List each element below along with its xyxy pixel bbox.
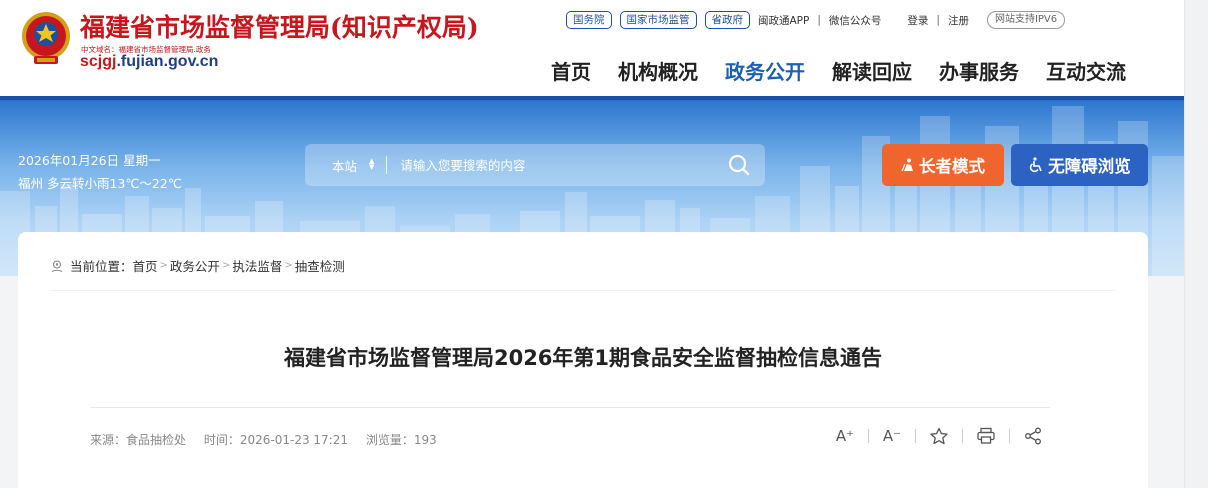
print-icon[interactable] (975, 427, 997, 445)
breadcrumb-divider (50, 290, 1116, 291)
link-mintong-app[interactable]: 闽政通APP (758, 13, 809, 28)
elder-mode-label: 长者模式 (919, 157, 985, 176)
title-divider (90, 407, 1050, 408)
scrollbar-track[interactable] (1184, 0, 1208, 488)
article-title: 福建省市场监督管理局2026年第1期食品安全监督抽检信息通告 (283, 346, 883, 370)
nav-home[interactable]: 首页 (551, 56, 591, 85)
english-domain-text: scjgj.fujian.gov.cn (80, 53, 218, 71)
separator (915, 429, 916, 443)
chevron-right-icon: > (284, 260, 293, 271)
register-link[interactable]: 注册 (948, 13, 969, 28)
nav-organization[interactable]: 机构概况 (618, 56, 698, 85)
sort-arrows-icon[interactable]: ▲ ▼ (369, 158, 374, 172)
font-increase-button[interactable]: A⁺ (834, 427, 856, 445)
star-favorite-icon[interactable] (928, 427, 950, 445)
nav-interaction[interactable]: 互动交流 (1046, 56, 1126, 85)
search-input[interactable] (400, 157, 701, 173)
share-icon[interactable] (1022, 427, 1044, 445)
article-views: 浏览量：193 (365, 433, 437, 447)
link-wechat[interactable]: 微信公众号 (829, 13, 882, 28)
separator (962, 429, 963, 443)
article-source: 来源：食品抽检处 (90, 433, 187, 447)
article-time: 时间：2026-01-23 17:21 (203, 433, 348, 447)
separator (868, 429, 869, 443)
separator: | (817, 14, 821, 26)
breadcrumb-home[interactable]: 首页 (133, 256, 158, 275)
chevron-right-icon: > (159, 260, 168, 271)
login-link[interactable]: 登录 (907, 13, 928, 28)
elder-person-icon (901, 158, 913, 172)
location-pin-icon (51, 259, 63, 272)
separator (1009, 429, 1010, 443)
ipv6-badge: 网站支持IPV6 (986, 11, 1066, 29)
breadcrumb: 当前位置： 首页 > 政务公开 > 执法监督 > 抽查检测 (50, 256, 345, 275)
nav-services[interactable]: 办事服务 (939, 56, 1019, 85)
search-bar: 本站 ▲ ▼ (305, 144, 765, 186)
domain-suffix: .fujian.gov.cn (116, 53, 219, 70)
article-card: 当前位置： 首页 > 政务公开 > 执法监督 > 抽查检测 福建省市场监督管理局… (18, 232, 1148, 488)
elder-mode-button[interactable]: 长者模式 (882, 144, 1004, 186)
breadcrumb-enforcement[interactable]: 执法监督 (232, 256, 282, 275)
search-divider (386, 156, 388, 174)
breadcrumb-gov-affairs[interactable]: 政务公开 (170, 256, 220, 275)
site-header: 福建省市场监督管理局(知识产权局) 中文域名：福建省市场监督管理局.政务 scj… (0, 0, 1184, 96)
chevron-right-icon: > (221, 260, 231, 271)
weather-text: 福州 多云转小雨13℃～22℃ (18, 176, 182, 191)
date-text: 2026年01月26日 星期一 (18, 153, 161, 168)
accessibility-label: 无障碍浏览 (1048, 157, 1131, 176)
nav-interpretation[interactable]: 解读回应 (832, 56, 912, 85)
link-guowuyuan[interactable]: 国务院 (566, 11, 612, 29)
main-nav: 首页 机构概况 政务公开 解读回应 办事服务 互动交流 (551, 56, 1126, 85)
page: 福建省市场监督管理局(知识产权局) 中文域名：福建省市场监督管理局.政务 scj… (0, 0, 1208, 488)
wheelchair-icon (1030, 157, 1042, 173)
nav-gov-affairs[interactable]: 政务公开 (725, 56, 805, 85)
breadcrumb-prefix: 当前位置： (70, 259, 133, 274)
domain-prefix: scjgj (80, 53, 117, 70)
article-tools: A⁺ A⁻ (834, 427, 1044, 445)
search-icon[interactable] (727, 153, 751, 177)
search-scope-select[interactable]: 本站 (332, 156, 357, 175)
separator: | (936, 14, 940, 26)
national-emblem-logo (22, 12, 70, 64)
accessibility-button[interactable]: 无障碍浏览 (1011, 144, 1148, 186)
article-meta: 来源：食品抽检处 时间：2026-01-23 17:21 浏览量：193 (90, 431, 451, 448)
link-state-admin[interactable]: 国家市场监管 (619, 11, 697, 29)
breadcrumb-inspection[interactable]: 抽查检测 (295, 256, 345, 275)
link-provincial-gov[interactable]: 省政府 (704, 11, 750, 29)
site-title[interactable]: 福建省市场监督管理局(知识产权局) (80, 8, 479, 44)
top-links-bar: 国务院 国家市场监管 省政府 闽政通APP | 微信公众号 登录 | 注册 网站… (566, 10, 1066, 30)
font-decrease-button[interactable]: A⁻ (881, 427, 903, 445)
